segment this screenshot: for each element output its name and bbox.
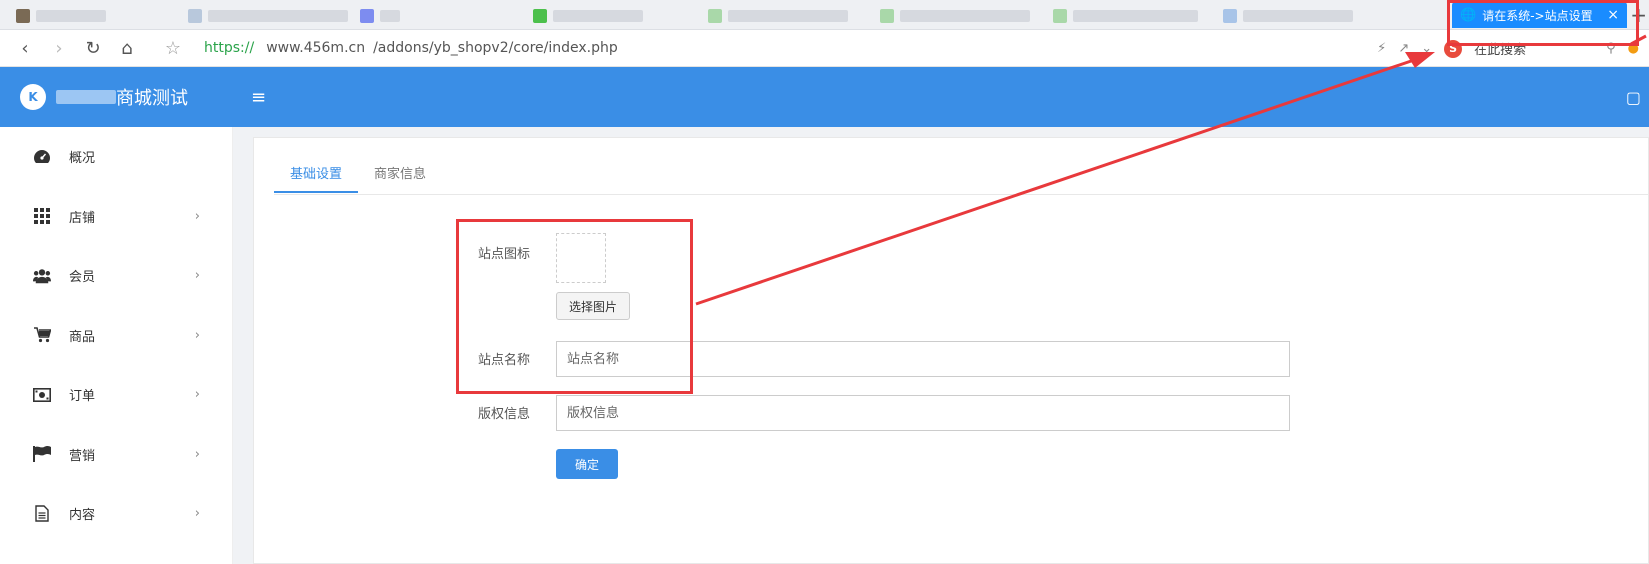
sidebar-item-label: 会员 [69, 270, 96, 286]
site-name-label: 站点名称 [478, 353, 531, 368]
confirm-button[interactable]: 确定 [556, 449, 618, 479]
chevron-down-icon[interactable]: ⌄ [1421, 41, 1432, 56]
url-field[interactable]: https:// www.456m.cn /addons/yb_shopv2/c… [204, 40, 618, 56]
chevron-right-icon: › [194, 387, 200, 403]
dashboard-icon [33, 148, 51, 166]
sidebar-item-label: 订单 [69, 389, 96, 405]
game-icon[interactable]: ● [1628, 41, 1639, 56]
lightning-icon[interactable]: ⚡ [1377, 41, 1386, 56]
chevron-right-icon: › [194, 327, 200, 343]
sidebar-item-members[interactable]: 会员 › [0, 246, 232, 306]
site-icon-label: 站点图标 [478, 247, 531, 262]
browser-tab-strip: 🌐 请在系统->站点设置里 × + [0, 0, 1649, 30]
brand: K 商城测试 [0, 67, 233, 127]
chevron-right-icon: › [194, 506, 200, 522]
sidebar-item-label: 内容 [69, 508, 96, 524]
sidebar-item-overview[interactable]: 概况 [0, 127, 232, 187]
sidebar-item-products[interactable]: 商品 › [0, 306, 232, 366]
chevron-right-icon: › [194, 268, 200, 284]
tab-favicon-icon [16, 9, 30, 23]
logo-icon: K [20, 84, 46, 110]
browser-tab-active[interactable]: 🌐 请在系统->站点设置里 × [1452, 2, 1627, 28]
forward-icon[interactable]: › [42, 31, 76, 65]
tab-favicon-icon [1053, 9, 1067, 23]
home-icon[interactable]: ⌂ [110, 31, 144, 65]
search-engine-icon[interactable]: S [1444, 39, 1463, 58]
address-bar: ‹ › ↻ ⌂ ☆ https:// www.456m.cn /addons/y… [0, 30, 1649, 67]
sidebar-item-label: 概况 [69, 151, 96, 167]
sidebar-item-label: 商品 [69, 329, 96, 345]
chevron-right-icon: › [194, 446, 200, 462]
main-content: 基础设置 商家信息 站点图标 选择图片 站点名称 版权信息 确定 [233, 127, 1649, 564]
brand-title: 商城测试 [116, 88, 188, 109]
site-icon-preview[interactable] [556, 233, 606, 283]
globe-icon: 🌐 [1460, 7, 1477, 23]
tab-favicon-icon [360, 9, 374, 23]
close-tab-icon[interactable]: × [1607, 7, 1619, 23]
browser-search-input[interactable]: 在此搜索 [1474, 39, 1594, 58]
sidebar: 概况 店铺 › 会员 › 商品 › 订单 › 营销 › 内容 › [0, 127, 233, 564]
star-icon[interactable]: ☆ [156, 31, 190, 65]
url-path: /addons/yb_shopv2/core/index.php [373, 40, 618, 56]
tab-merchant-info[interactable]: 商家信息 [358, 153, 442, 193]
settings-panel: 基础设置 商家信息 站点图标 选择图片 站点名称 版权信息 确定 [253, 137, 1649, 564]
cart-icon [33, 326, 51, 344]
tab-favicon-icon [533, 9, 547, 23]
hamburger-icon[interactable]: ≡ [251, 87, 266, 108]
settings-tabs: 基础设置 商家信息 [274, 153, 442, 193]
browser-tab[interactable] [8, 4, 114, 28]
app-header: K 商城测试 ≡ ▢ [0, 67, 1649, 127]
browser-tab[interactable] [352, 4, 408, 28]
browser-tab[interactable] [700, 4, 856, 28]
tab-favicon-icon [188, 9, 202, 23]
browser-tab[interactable] [872, 4, 1038, 28]
tab-title: 请在系统->站点设置里 [1482, 8, 1594, 23]
url-protocol: https:// [204, 40, 255, 56]
url-host: www.456m.cn [266, 40, 366, 56]
sidebar-item-orders[interactable]: 订单 › [0, 365, 232, 425]
sidebar-item-label: 营销 [69, 448, 96, 464]
tab-favicon-icon [880, 9, 894, 23]
tab-divider [274, 194, 1649, 195]
search-icon[interactable]: ⚲ [1606, 41, 1616, 56]
site-name-input[interactable] [556, 341, 1290, 377]
shop-icon[interactable]: ▢ [1626, 88, 1641, 107]
browser-tab[interactable] [180, 4, 356, 28]
browser-tab[interactable] [1215, 4, 1361, 28]
back-icon[interactable]: ‹ [8, 31, 42, 65]
sidebar-item-marketing[interactable]: 营销 › [0, 425, 232, 485]
users-icon [33, 267, 51, 285]
sidebar-item-store[interactable]: 店铺 › [0, 187, 232, 247]
choose-image-button[interactable]: 选择图片 [556, 292, 630, 320]
sidebar-item-content[interactable]: 内容 › [0, 484, 232, 544]
tab-basic-settings[interactable]: 基础设置 [274, 153, 359, 193]
tab-favicon-icon [708, 9, 722, 23]
grid-icon [33, 207, 51, 225]
reload-icon[interactable]: ↻ [76, 31, 110, 65]
sidebar-item-label: 店铺 [69, 210, 96, 226]
document-icon [33, 505, 51, 523]
copyright-input[interactable] [556, 395, 1290, 431]
browser-tab[interactable] [1045, 4, 1206, 28]
money-icon [33, 386, 51, 404]
copyright-label: 版权信息 [478, 407, 531, 422]
flag-icon [33, 445, 51, 463]
blurred-shop-name [56, 90, 116, 104]
new-tab-icon[interactable]: + [1630, 3, 1647, 27]
tab-favicon-icon [1223, 9, 1237, 23]
browser-tab[interactable] [525, 4, 651, 28]
address-bar-tools: ⚡ ↗ ⌄ S 在此搜索 ⚲ ● [1377, 30, 1649, 67]
chevron-right-icon: › [194, 208, 200, 224]
share-icon[interactable]: ↗ [1398, 41, 1409, 56]
